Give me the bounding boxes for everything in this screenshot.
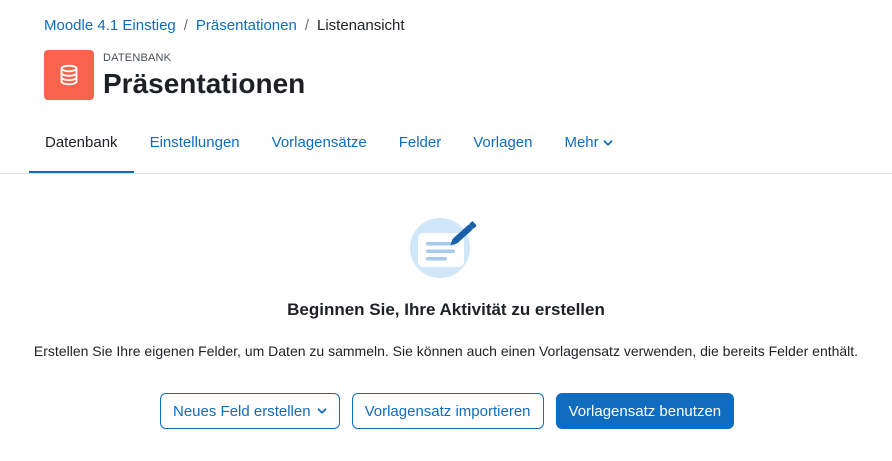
tab-mehr[interactable]: Mehr xyxy=(548,122,628,174)
breadcrumb-course-link[interactable]: Moodle 4.1 Einstieg xyxy=(44,17,176,34)
activity-type-label: DATENBANK xyxy=(103,52,172,64)
tab-datenbank[interactable]: Datenbank xyxy=(29,122,134,174)
breadcrumb-activity-link[interactable]: Präsentationen xyxy=(196,17,297,34)
tab-einstellungen[interactable]: Einstellungen xyxy=(134,122,256,174)
tab-label: Mehr xyxy=(564,134,599,151)
tab-label: Datenbank xyxy=(45,134,118,151)
page-header: DATENBANK Präsentationen xyxy=(44,50,305,101)
tab-label: Felder xyxy=(398,134,442,151)
new-field-button[interactable]: Neues Feld erstellen xyxy=(160,393,340,429)
chevron-down-icon xyxy=(603,122,613,164)
breadcrumb: Moodle 4.1 Einstieg / Präsentationen / L… xyxy=(44,17,405,34)
tab-label: Einstellungen xyxy=(149,134,240,151)
breadcrumb-separator: / xyxy=(304,17,309,34)
import-preset-button[interactable]: Vorlagensatz importieren xyxy=(351,393,544,429)
chevron-down-icon xyxy=(317,406,327,416)
tab-label: Vorlagen xyxy=(473,134,533,151)
new-field-button-label: Neues Feld erstellen xyxy=(173,402,311,420)
database-icon xyxy=(44,50,94,100)
breadcrumb-separator: / xyxy=(183,17,188,34)
empty-state-actions: Neues Feld erstellen Vorlagensatz import… xyxy=(160,393,735,429)
page-title: Präsentationen xyxy=(103,68,306,99)
tabs-divider xyxy=(0,173,892,174)
empty-state-text: Erstellen Sie Ihre eigenen Felder, um Da… xyxy=(33,343,859,359)
empty-state-title: Beginnen Sie, Ihre Aktivität zu erstelle… xyxy=(287,300,605,319)
tab-vorlagensaetze[interactable]: Vorlagensätze xyxy=(256,122,383,174)
breadcrumb-current: Listenansicht xyxy=(317,17,405,34)
secondary-navigation: Datenbank Einstellungen Vorlagensätze Fe… xyxy=(29,122,629,174)
tab-label: Vorlagensätze xyxy=(271,134,367,151)
tab-felder[interactable]: Felder xyxy=(383,122,458,174)
tab-vorlagen[interactable]: Vorlagen xyxy=(457,122,548,174)
use-preset-button[interactable]: Vorlagensatz benutzen xyxy=(555,393,735,429)
document-edit-icon xyxy=(407,218,479,278)
